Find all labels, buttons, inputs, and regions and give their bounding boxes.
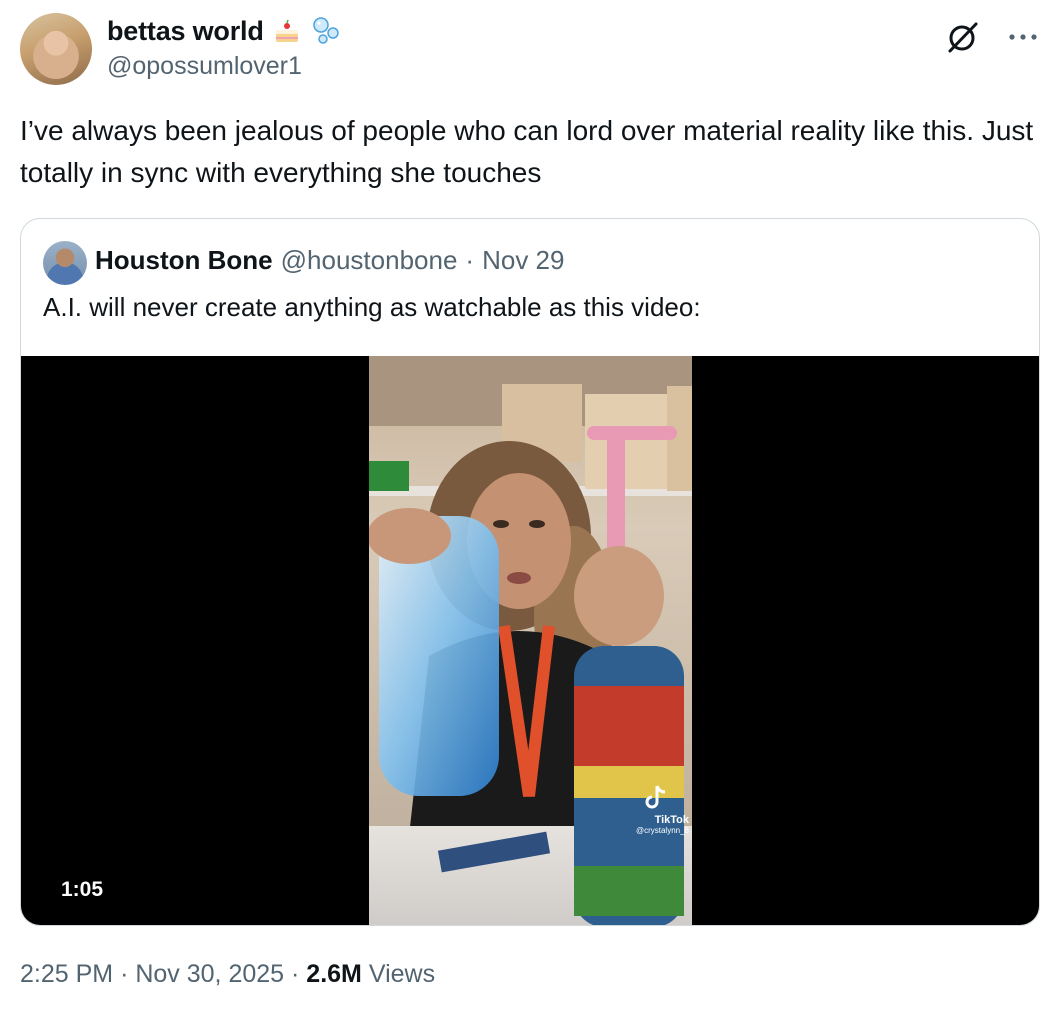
more-options-icon[interactable] xyxy=(1004,18,1042,56)
post-time[interactable]: 2:25 PM xyxy=(20,960,113,988)
author-handle[interactable]: @opossumlover1 xyxy=(107,52,302,81)
author-avatar[interactable] xyxy=(20,13,92,85)
tweet-footer: 2:25 PM · Nov 30, 2025 · 2.6M Views xyxy=(20,960,435,989)
tiktok-watermark: TikTok @crystalynn_8 xyxy=(621,814,689,835)
separator-dot: · xyxy=(291,960,300,988)
video-frame: TikTok @crystalynn_8 xyxy=(369,356,692,925)
separator-dot: · xyxy=(120,960,129,988)
author-name[interactable]: bettas world xyxy=(107,16,264,47)
cake-icon xyxy=(270,14,304,48)
video-player[interactable]: TikTok @crystalynn_8 1:05 xyxy=(21,356,1039,925)
quoted-handle[interactable]: @houstonbone xyxy=(281,245,458,276)
quoted-text: A.I. will never create anything as watch… xyxy=(43,292,701,322)
quoted-name[interactable]: Houston Bone xyxy=(95,245,273,276)
quoted-date[interactable]: Nov 29 xyxy=(482,245,564,276)
views-count: 2.6M xyxy=(306,960,362,988)
top-actions xyxy=(944,18,1042,56)
views-label: Views xyxy=(368,960,436,988)
video-duration: 1:05 xyxy=(57,876,108,904)
post-date[interactable]: Nov 30, 2025 xyxy=(135,960,284,988)
bubbles-icon xyxy=(310,14,344,48)
tiktok-brand: TikTok xyxy=(654,814,689,826)
quoted-tweet[interactable]: Houston Bone @houstonbone · Nov 29 A.I. … xyxy=(20,218,1040,926)
quoted-avatar[interactable] xyxy=(43,241,87,285)
grok-icon[interactable] xyxy=(944,18,982,56)
tiktok-user: @crystalynn_8 xyxy=(635,826,689,835)
author-name-row[interactable]: bettas world xyxy=(107,14,344,48)
tweet-text: I’ve always been jealous of people who c… xyxy=(20,115,1034,188)
separator-dot: · xyxy=(465,245,475,275)
quoted-header: Houston Bone @houstonbone · Nov 29 xyxy=(95,245,564,276)
